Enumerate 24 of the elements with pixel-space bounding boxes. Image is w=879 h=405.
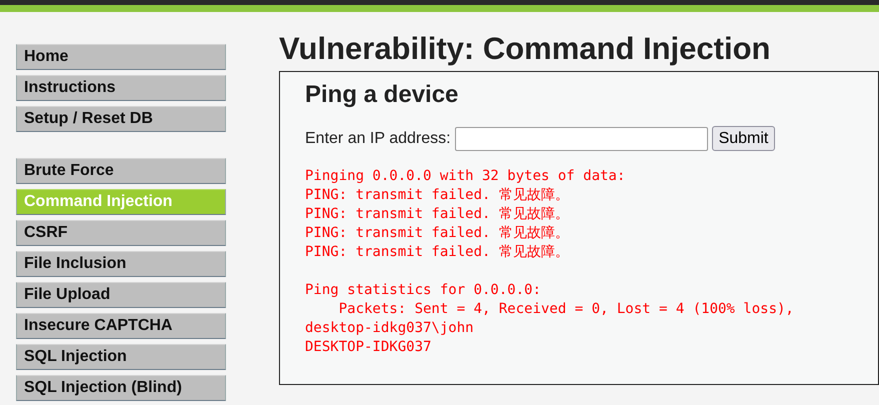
output-line: PING: transmit failed. 常见故障。 (305, 205, 569, 224)
output-line: desktop-idkg037\john (305, 319, 474, 338)
page-title: Vulnerability: Command Injection (279, 30, 772, 68)
menu-item[interactable]: Insecure CAPTCHA (16, 313, 226, 339)
output-line: PING: transmit failed. 常见故障。 (305, 243, 569, 262)
output-line: PING: transmit failed. 常见故障。 (305, 224, 569, 243)
menu-item[interactable]: Instructions (16, 75, 226, 101)
field-label: Enter an IP address: (305, 130, 451, 148)
menu-item[interactable]: File Inclusion (16, 251, 226, 277)
menu-item[interactable]: SQL Injection (Blind) (16, 375, 226, 401)
menu-item[interactable]: File Upload (16, 282, 226, 308)
output-line: Packets: Sent = 4, Received = 0, Lost = 4 (100% loss), (338, 300, 794, 319)
output-line: Pinging 0.0.0.0 with 32 bytes of data: (305, 167, 626, 186)
output-line: Ping statistics for 0.0.0.0: (305, 281, 542, 300)
section-heading: Ping a device (305, 81, 458, 109)
menu-item[interactable]: SQL Injection (16, 344, 226, 370)
menu-item[interactable]: Home (16, 44, 226, 70)
ip-input-field[interactable] (454, 126, 708, 150)
output-line: PING: transmit failed. 常见故障。 (305, 186, 569, 205)
menu-item[interactable]: CSRF (16, 220, 226, 246)
menu-item[interactable]: Setup / Reset DB (16, 106, 226, 132)
output-line: DESKTOP-IDKG037 (305, 338, 432, 357)
menu-item[interactable]: Brute Force (16, 158, 226, 184)
submit-button[interactable]: Submit (712, 126, 776, 151)
